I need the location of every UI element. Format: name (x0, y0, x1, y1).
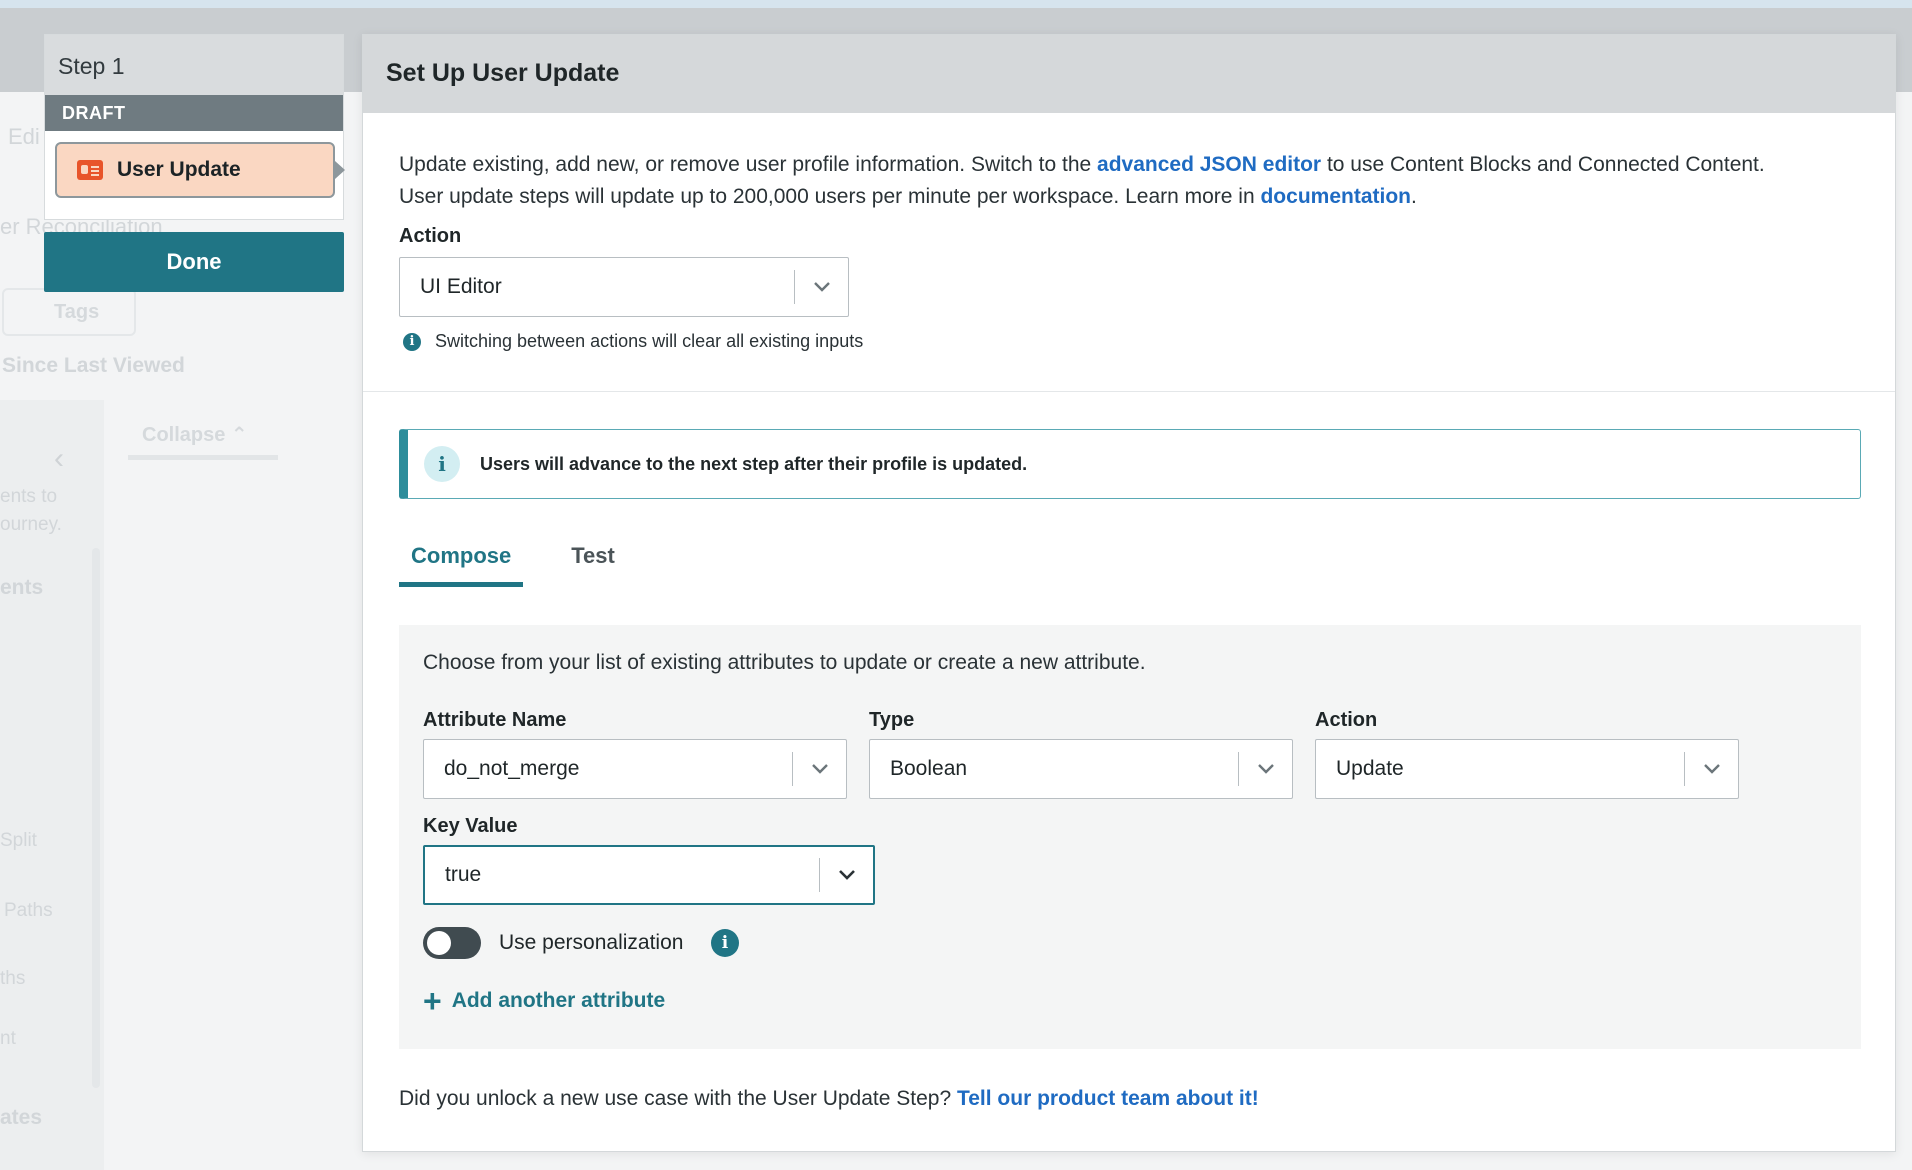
plus-icon: + (423, 983, 442, 1019)
feedback-line: Did you unlock a new use case with the U… (399, 1087, 1259, 1111)
chevron-down-icon[interactable] (1239, 763, 1292, 775)
compose-note: Choose from your list of existing attrib… (423, 651, 1146, 674)
step-title: Step 1 (45, 35, 343, 95)
background-edit-text: Edi (8, 124, 40, 149)
info-icon: i (424, 446, 460, 482)
advanced-json-editor-link[interactable]: advanced JSON editor (1097, 153, 1321, 176)
set-up-user-update-modal: Set Up User Update Update existing, add … (362, 34, 1896, 1152)
background-since-last-viewed: Since Last Viewed (2, 354, 185, 377)
type-label: Type (869, 709, 915, 731)
tab-bar: Compose Test (399, 535, 663, 587)
personalization-toggle[interactable] (423, 927, 481, 959)
intro-line1-prefix: Update existing, add new, or remove user… (399, 153, 1098, 176)
background-chevron-left-icon: ‹ (54, 442, 64, 475)
background-ourney: ourney. (0, 514, 62, 535)
feedback-link[interactable]: Tell our product team about it! (957, 1087, 1259, 1110)
add-another-attribute-button[interactable]: + Add another attribute (423, 983, 666, 1019)
key-value-label: Key Value (423, 815, 518, 837)
intro-line1-suffix: to use Content Blocks and Connected Cont… (1321, 153, 1765, 176)
background-tags-label: Tags (54, 301, 100, 323)
chevron-down-icon[interactable] (820, 869, 873, 881)
attribute-name-value: do_not_merge (444, 757, 580, 780)
attribute-action-select[interactable]: Update (1315, 739, 1739, 799)
background-ates: ates (0, 1106, 43, 1129)
attribute-action-value: Update (1336, 757, 1404, 780)
background-nt: nt (0, 1028, 16, 1049)
key-value-select[interactable]: true (423, 845, 875, 905)
attribute-action-label: Action (1315, 709, 1378, 731)
type-value: Boolean (890, 757, 968, 780)
tab-test[interactable]: Test (559, 535, 627, 587)
browser-top-strip (0, 0, 1912, 8)
background-tags-dropdown: Tags (2, 288, 136, 336)
attribute-name-select[interactable]: do_not_merge (423, 739, 847, 799)
step-panel: Step 1 DRAFT User Update (44, 34, 345, 220)
add-attribute-label: Add another attribute (451, 989, 666, 1012)
key-value-value: true (445, 863, 482, 886)
background-ents-to: ents to (0, 486, 58, 507)
intro-line2-suffix: . (1410, 185, 1417, 208)
action-hint-text: Switching between actions will clear all… (435, 331, 864, 351)
background-ents: ents (0, 576, 44, 599)
action-select[interactable]: UI Editor (399, 257, 849, 317)
personalization-label: Use personalization (499, 931, 684, 954)
background-collapse-label: Collapse (142, 424, 226, 446)
background-split: Split (0, 830, 37, 851)
tab-compose[interactable]: Compose (399, 535, 524, 587)
chevron-down-icon[interactable] (795, 281, 848, 293)
step-card-label: User Update (117, 158, 241, 181)
id-card-icon (77, 160, 103, 180)
background-paths: Paths (4, 900, 53, 921)
intro-line2-prefix: User update steps will update up to 200,… (399, 185, 1261, 208)
background-scrollbar (92, 548, 100, 1088)
draft-status-bar: DRAFT (45, 95, 343, 131)
info-icon: i (403, 332, 421, 351)
documentation-link[interactable]: documentation (1260, 185, 1411, 208)
type-select[interactable]: Boolean (869, 739, 1293, 799)
action-select-value: UI Editor (420, 275, 502, 298)
background-ths: ths (0, 968, 26, 989)
attribute-name-label: Attribute Name (423, 709, 567, 731)
compose-panel: Choose from your list of existing attrib… (399, 625, 1861, 1049)
section-divider (363, 391, 1895, 392)
feedback-text: Did you unlock a new use case with the U… (399, 1087, 957, 1110)
background-collapse-button: Collapse ⌃ (128, 414, 278, 460)
modal-title: Set Up User Update (363, 35, 1895, 113)
banner-text: Users will advance to the next step afte… (480, 453, 1028, 474)
info-icon[interactable]: i (711, 929, 739, 957)
done-button[interactable]: Done (44, 232, 344, 292)
intro-text: Update existing, add new, or remove user… (399, 149, 1879, 213)
user-update-step-card[interactable]: User Update (55, 142, 345, 198)
info-banner: i Users will advance to the next step af… (399, 429, 1861, 499)
chevron-down-icon[interactable] (793, 763, 846, 775)
chevron-down-icon[interactable] (1685, 763, 1738, 775)
background-collapse-icon: ⌃ (230, 424, 248, 446)
action-hint: i Switching between actions will clear a… (403, 331, 863, 352)
action-label: Action (399, 225, 462, 247)
